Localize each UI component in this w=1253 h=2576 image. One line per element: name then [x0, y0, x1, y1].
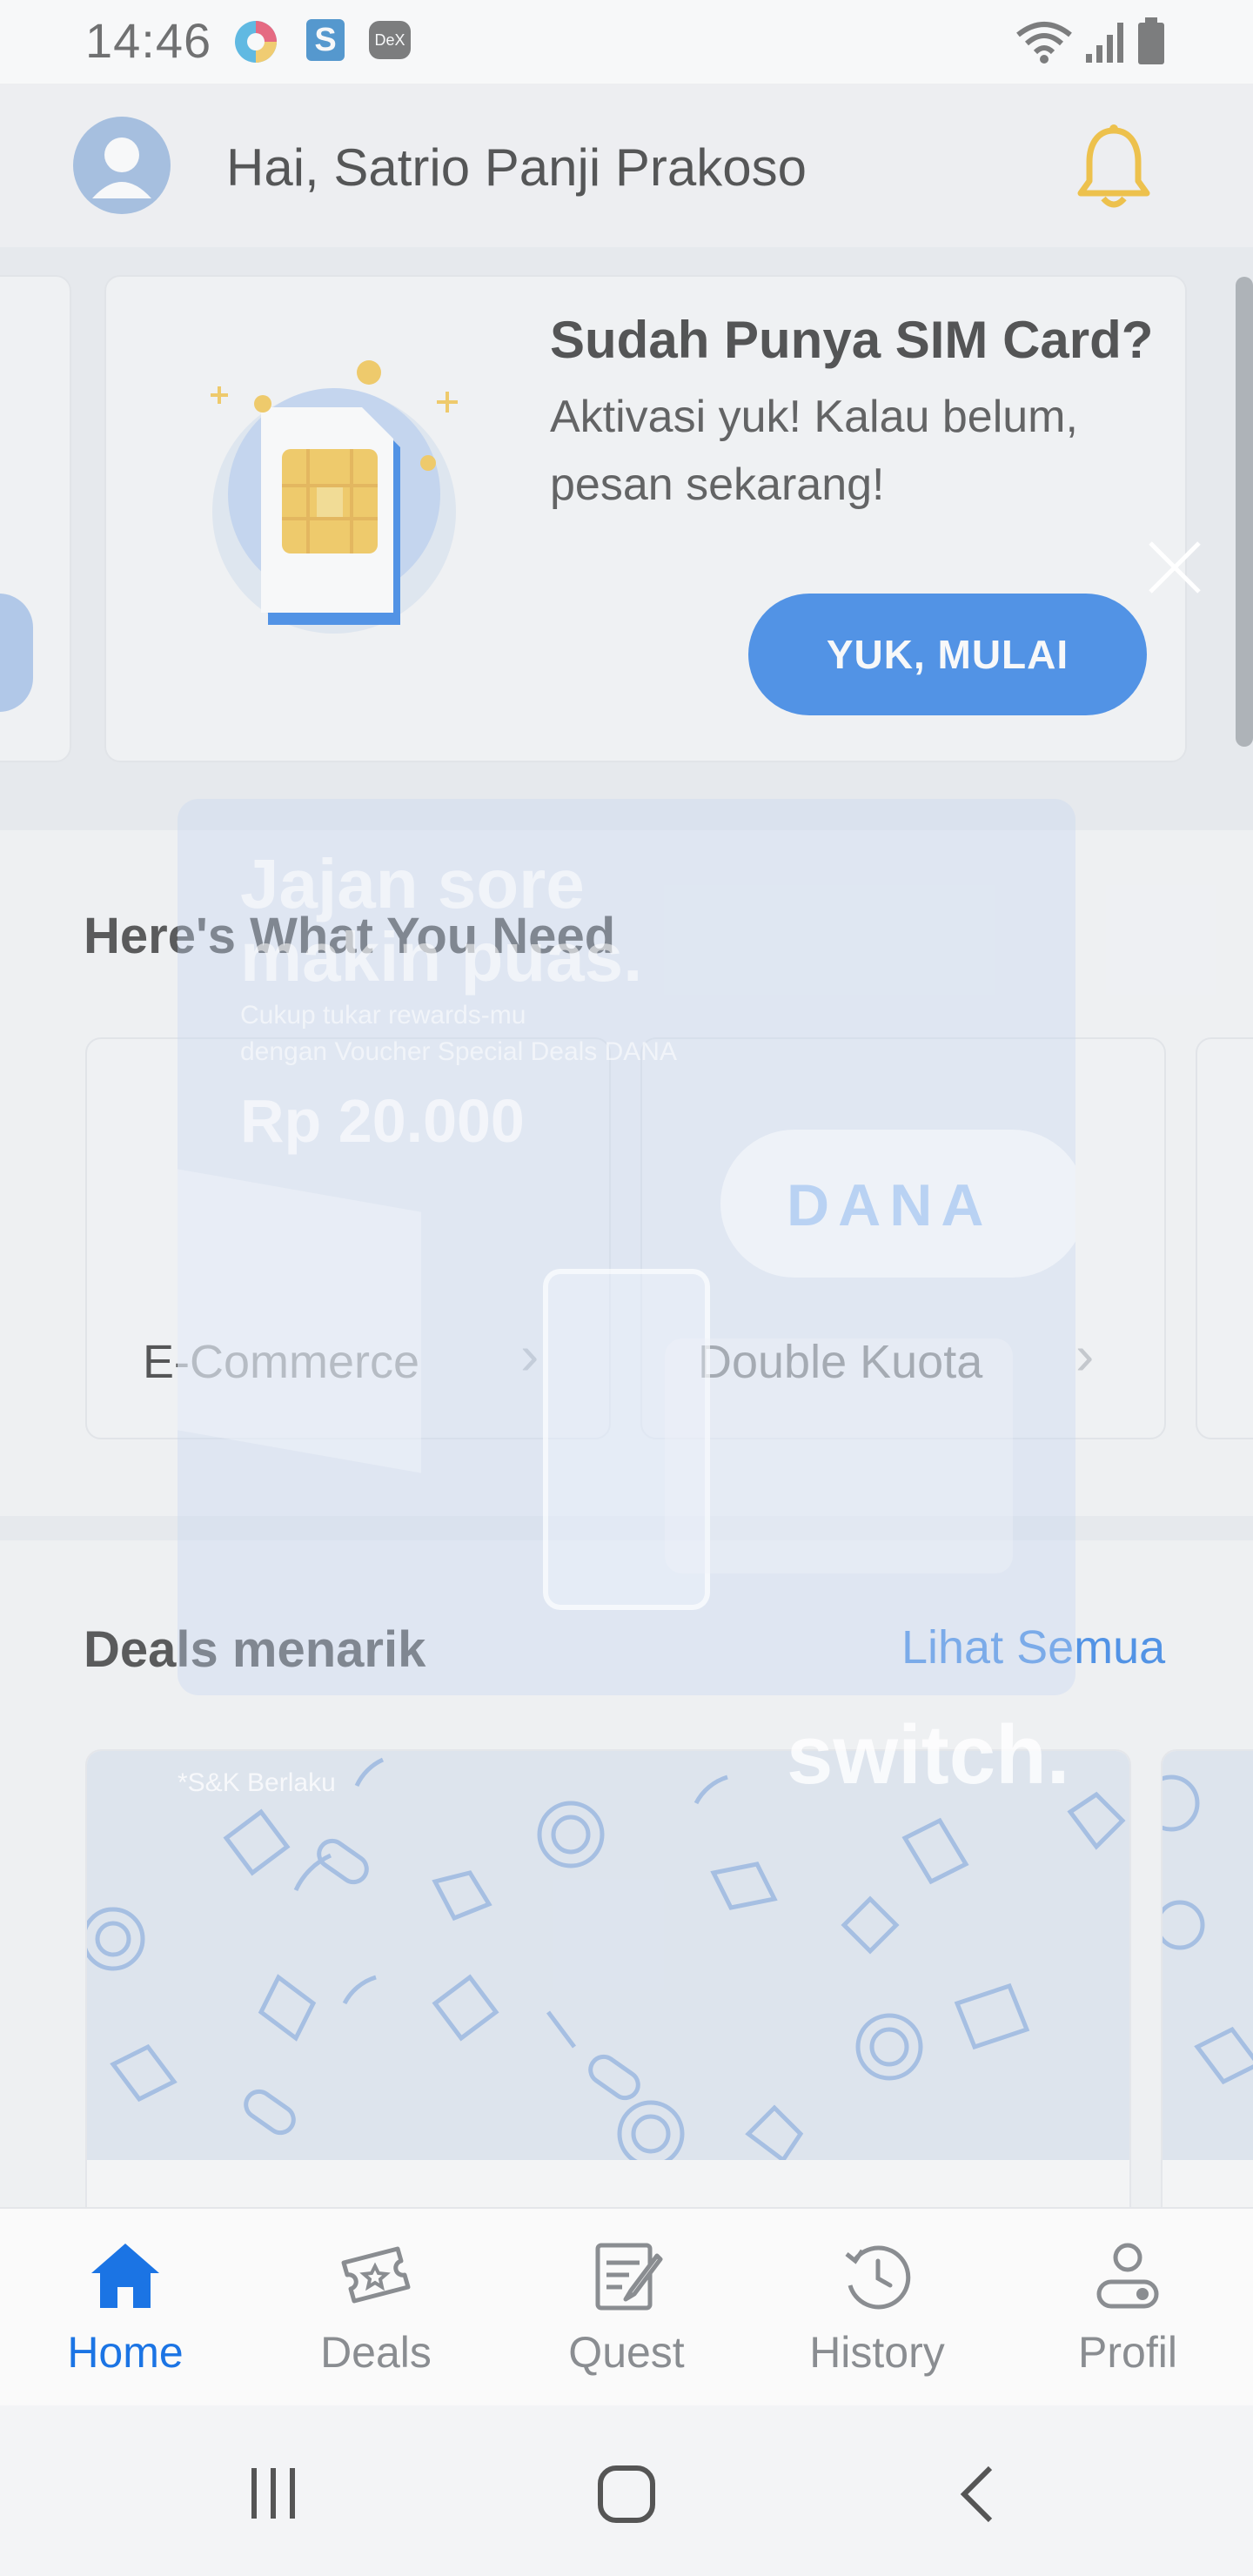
nav-home[interactable]: Home — [21, 2237, 230, 2393]
close-icon[interactable] — [1143, 536, 1206, 599]
promo-headline: Jajan sore makin puas. — [240, 845, 643, 996]
nav-quest[interactable]: Quest — [522, 2237, 731, 2393]
home-icon — [86, 2237, 164, 2315]
keyboard-illustration — [178, 1169, 421, 1473]
user-avatar-icon[interactable] — [73, 117, 171, 214]
dana-logo: DANA — [787, 1172, 993, 1238]
deal-card-next[interactable] — [1161, 1749, 1253, 2223]
nav-label-profile: Profil — [1078, 2328, 1177, 2377]
card-illustration — [665, 1338, 1013, 1573]
banner-prev-button — [0, 594, 33, 712]
chevron-right-icon: › — [1075, 1324, 1095, 1386]
wifi-icon — [1015, 19, 1075, 69]
scrollbar-thumb[interactable] — [1236, 277, 1253, 747]
history-icon — [838, 2237, 916, 2315]
dex-app-icon: DeX — [369, 21, 411, 59]
promo-line-1: Cukup tukar rewards-mu — [240, 1001, 526, 1030]
circle-app-icon — [231, 17, 277, 63]
deal-pattern-image — [87, 1751, 1129, 2168]
nav-profile[interactable]: Profil — [1023, 2237, 1232, 2393]
nav-label-deals: Deals — [320, 2328, 432, 2377]
banner-subtitle: Aktivasi yuk! Kalau belum, pesan sekaran… — [550, 392, 1078, 510]
sim-card-icon — [195, 346, 473, 647]
promo-amount: Rp 20.000 — [240, 1087, 525, 1155]
nav-label-history: History — [809, 2328, 945, 2377]
quest-icon — [587, 2237, 666, 2315]
banner-title: Sudah Punya SIM Card? — [550, 311, 1154, 369]
bell-icon[interactable] — [1072, 122, 1156, 217]
ticket-icon — [337, 2237, 415, 2315]
nav-history[interactable]: History — [773, 2237, 982, 2393]
terms-text: *S&K Berlaku — [178, 1768, 336, 1797]
profile-icon — [1089, 2237, 1167, 2315]
promo-line-2: dengan Voucher Special Deals DANA — [240, 1037, 677, 1066]
recents-icon[interactable] — [244, 2463, 305, 2528]
switch-wordmark-overlay: switch. — [787, 1708, 1070, 1801]
greeting-text: Hai, Satrio Panji Prakoso — [226, 138, 807, 197]
battery-icon — [1136, 17, 1166, 70]
signal-icon — [1084, 19, 1126, 69]
start-activation-button[interactable]: YUK, MULAI — [748, 594, 1147, 715]
needs-card-next[interactable] — [1196, 1037, 1253, 1439]
deal-card[interactable] — [85, 1749, 1131, 2223]
deal-pattern-image — [1163, 1751, 1253, 2160]
status-time: 14:46 — [85, 13, 212, 68]
back-icon[interactable] — [955, 2463, 999, 2530]
s-app-icon: S — [306, 19, 345, 61]
nav-deals[interactable]: Deals — [271, 2237, 480, 2393]
home-button-icon[interactable] — [595, 2463, 658, 2530]
promo-popup[interactable]: Jajan sore makin puas. Cukup tukar rewar… — [178, 799, 1075, 1695]
nav-label-home: Home — [67, 2328, 184, 2377]
nav-label-quest: Quest — [568, 2328, 685, 2377]
